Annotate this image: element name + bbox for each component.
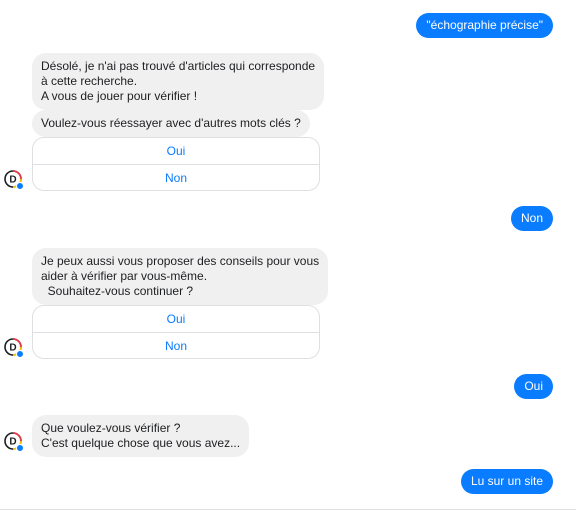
bot-message: Que voulez-vous vérifier ? C'est quelque… (32, 415, 250, 457)
quick-replies: Oui Non (32, 137, 320, 191)
bot-message: Je peux aussi vous proposer des conseils… (32, 248, 329, 305)
quick-reply-no[interactable]: Non (33, 164, 319, 190)
quick-reply-yes[interactable]: Oui (33, 306, 319, 332)
user-message: Lu sur un site (460, 469, 553, 494)
bot-avatar: D (4, 432, 24, 452)
bot-avatar: D (4, 170, 24, 190)
quick-reply-no[interactable]: Non (33, 332, 319, 358)
bot-message: Désolé, je n'ai pas trouvé d'articles qu… (32, 53, 325, 110)
user-message: Oui (514, 374, 553, 399)
d-logo-icon: D (4, 338, 24, 358)
d-logo-icon: D (4, 170, 24, 190)
d-logo-icon: D (4, 432, 24, 452)
user-message: Non (510, 206, 553, 231)
avatar-letter: D (9, 437, 16, 448)
bot-avatar: D (4, 338, 24, 358)
avatar-letter: D (9, 175, 16, 186)
bot-message: Voulez-vous réessayer avec d'autres mots… (32, 110, 310, 137)
avatar-letter: D (9, 343, 16, 354)
divider (0, 509, 576, 510)
quick-replies: Oui Non (32, 305, 320, 359)
quick-reply-yes[interactable]: Oui (33, 138, 319, 164)
user-message: "échographie précise" (416, 13, 553, 38)
